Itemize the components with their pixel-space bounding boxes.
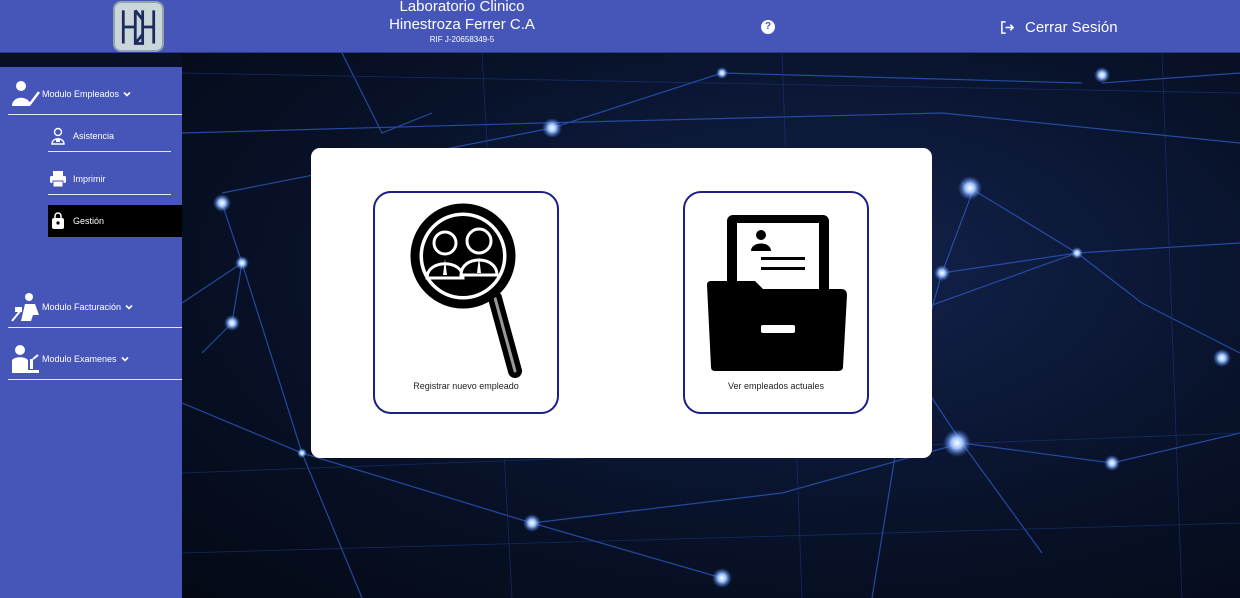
printer-icon <box>48 169 68 189</box>
view-employees-tile[interactable]: Ver empleados actuales <box>683 191 869 414</box>
divider <box>48 151 171 152</box>
module-facturacion[interactable]: Modulo Facturación <box>8 290 182 324</box>
chevron-down-icon <box>120 356 129 362</box>
magnifier-people-icon <box>410 203 522 378</box>
sidebar-item-asistencia[interactable]: Asistencia <box>48 120 182 152</box>
logo[interactable] <box>113 1 164 52</box>
logout-button[interactable]: Cerrar Sesión <box>1000 17 1118 37</box>
employee-check-icon <box>8 77 42 111</box>
brand-block: Laboratorio Clinico Hinestroza Ferrer C.… <box>362 0 562 45</box>
user-badge-icon <box>48 126 68 146</box>
divider <box>8 114 182 115</box>
folder-document-icon <box>707 215 847 371</box>
sidebar-item-label: Gestión <box>73 216 105 226</box>
chevron-down-icon <box>125 304 133 310</box>
sidebar-item-label: Asistencia <box>73 131 115 141</box>
sidebar-item-label: Imprimir <box>73 174 106 184</box>
sidebar-item-gestion[interactable]: Gestión <box>48 205 182 237</box>
module-label: Modulo Examenes <box>42 354 117 364</box>
tile-label: Ver empleados actuales <box>727 381 825 391</box>
question-circle-icon[interactable]: ? <box>761 20 775 34</box>
divider <box>8 327 182 328</box>
lab-technician-icon <box>8 342 42 376</box>
divider <box>8 379 182 380</box>
brand-name-line1: Laboratorio Clinico <box>399 0 525 15</box>
sign-out-icon <box>1001 20 1015 34</box>
top-bar: Laboratorio Clinico Hinestroza Ferrer C.… <box>0 0 1240 53</box>
lock-bag-icon <box>48 211 68 231</box>
register-employee-tile[interactable]: Registrar nuevo empleado <box>373 191 559 414</box>
tile-label: Registrar nuevo empleado <box>413 381 519 391</box>
chevron-down-icon <box>123 91 131 97</box>
module-examenes[interactable]: Modulo Examenes <box>8 342 182 376</box>
options-card: Registrar nuevo empleado Ver empleados a… <box>311 148 932 458</box>
logout-label: Cerrar Sesión <box>1025 18 1118 36</box>
module-empleados[interactable]: Modulo Empleados <box>8 77 182 111</box>
sidebar-item-imprimir[interactable]: Imprimir <box>48 163 182 195</box>
brand-rif: RIF J-20658349-5 <box>429 35 495 44</box>
brand-name-line2: Hinestroza Ferrer C.A <box>389 16 535 33</box>
divider <box>48 194 171 195</box>
module-label: Modulo Facturación <box>42 302 122 312</box>
billing-person-icon <box>8 290 42 324</box>
module-label: Modulo Empleados <box>42 89 120 99</box>
